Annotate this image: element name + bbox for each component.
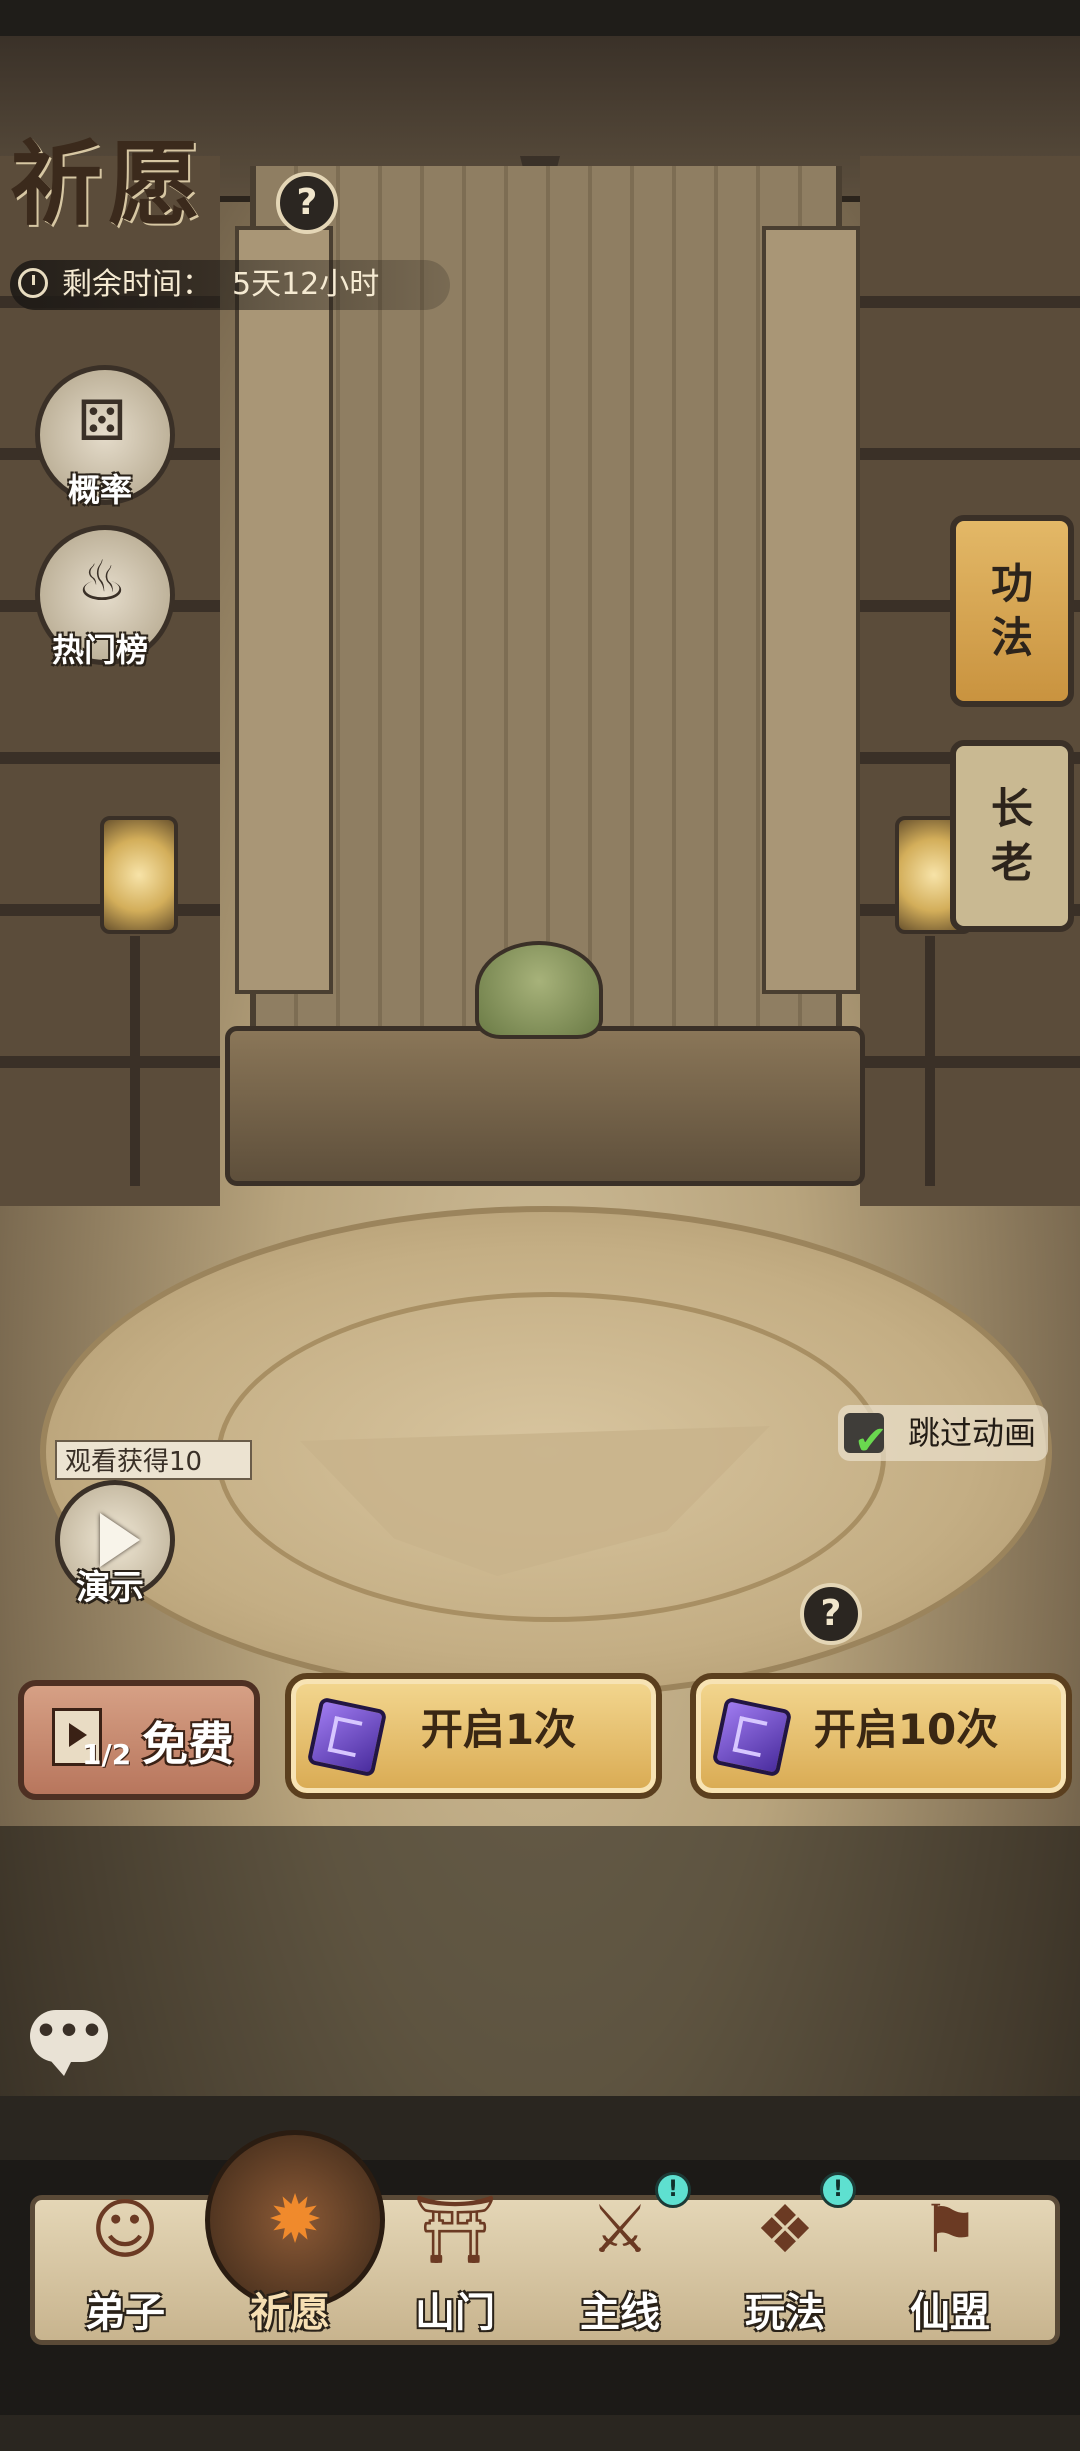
free-draw-button[interactable]: 1/2 免费 xyxy=(18,1680,260,1800)
watch-reward-tag: 观看获得10 xyxy=(55,1440,252,1480)
tab-elder[interactable]: 长老 xyxy=(950,740,1074,932)
flame-ranking-icon: ♨ xyxy=(76,549,128,614)
nav-wish[interactable]: ✹ 祈愿 xyxy=(205,2130,385,2350)
draw-help-icon[interactable]: ? xyxy=(800,1583,862,1645)
temple-scene xyxy=(0,36,1080,2451)
altar-table xyxy=(225,1026,865,1186)
nav-disciple[interactable]: ☺ 弟子 xyxy=(50,2170,200,2350)
chat-icon[interactable]: ••• xyxy=(30,2010,108,2076)
nav-main-quest[interactable]: ⚔ ! 主线 xyxy=(545,2170,695,2350)
alliance-icon: ⚑ xyxy=(920,2191,980,2268)
nav-sect-gate[interactable]: ⛩ 山门 xyxy=(380,2170,530,2350)
incense-burner xyxy=(475,941,603,1039)
probability-label: 概率 xyxy=(67,471,132,509)
lantern-pole-right xyxy=(925,936,935,1186)
nav-label: 仙盟 xyxy=(910,2290,990,2336)
nav-label: 山门 xyxy=(415,2290,495,2336)
tab-gongfa[interactable]: 功法 xyxy=(950,515,1074,707)
timer-label: 剩余时间： xyxy=(62,267,212,302)
free-label: 免费 xyxy=(142,1717,234,1771)
nav-gameplay[interactable]: ❖ ! 玩法 xyxy=(710,2170,860,2350)
shadow-band xyxy=(0,1826,1080,2096)
ranking-label: 热门榜 xyxy=(51,631,148,669)
sect-gate-icon: ⛩ xyxy=(413,2191,497,2268)
open-once-label: 开启1次 xyxy=(420,1705,577,1754)
lantern-left xyxy=(100,816,178,934)
play-icon xyxy=(100,1513,140,1567)
timer-value: 5天12小时 xyxy=(232,267,380,302)
hanging-scroll-left xyxy=(235,226,333,994)
demo-label: 演示 xyxy=(76,1568,144,1608)
alert-badge-icon: ! xyxy=(655,2172,691,2208)
alert-badge-icon: ! xyxy=(820,2172,856,2208)
bookshelf-left xyxy=(0,156,220,1206)
checkbox[interactable]: ✔ xyxy=(844,1413,888,1464)
nav-alliance[interactable]: ⚑ 仙盟 xyxy=(875,2170,1025,2350)
skip-animation-label: 跳过动画 xyxy=(908,1414,1037,1452)
tab-gongfa-label: 功法 xyxy=(990,559,1033,662)
check-icon: ✔ xyxy=(854,1418,888,1464)
page-title: 祈愿 xyxy=(10,130,207,238)
lantern-pole-left xyxy=(130,936,140,1186)
hanging-scroll-right xyxy=(762,226,860,994)
nav-label: 主线 xyxy=(580,2290,660,2336)
clock-icon xyxy=(18,268,48,298)
nav-label: 弟子 xyxy=(85,2290,165,2336)
remaining-time: 剩余时间： 5天12小时 xyxy=(10,260,450,310)
disciple-icon: ☺ xyxy=(90,2191,160,2268)
dice-icon: ⚄ xyxy=(77,389,127,454)
open-once-button[interactable]: 开启1次 xyxy=(285,1673,662,1799)
skip-animation-toggle[interactable]: ✔ 跳过动画 xyxy=(838,1405,1048,1464)
nav-label: 玩法 xyxy=(745,2290,825,2336)
help-icon[interactable]: ? xyxy=(276,172,338,234)
nav-label: 祈愿 xyxy=(250,2290,330,2336)
open-ten-button[interactable]: 开启10次 xyxy=(690,1673,1072,1799)
free-count: 1/2 xyxy=(82,1738,132,1771)
open-ten-label: 开启10次 xyxy=(813,1705,999,1754)
tab-elder-label: 长老 xyxy=(990,784,1033,887)
